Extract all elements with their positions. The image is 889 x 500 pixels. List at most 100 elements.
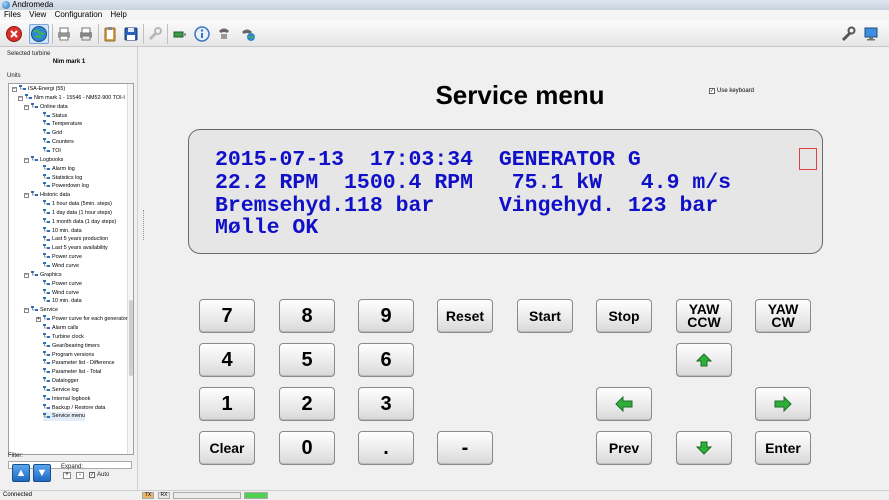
start-button[interactable]: Start <box>517 299 573 333</box>
tree-item[interactable]: Datalogger <box>43 377 78 386</box>
print-button[interactable] <box>54 24 74 44</box>
tree-item[interactable]: Last 5 years production <box>43 235 108 244</box>
tree-expander[interactable]: + <box>36 317 41 323</box>
tree-item[interactable]: 10 min. data <box>43 226 82 236</box>
key-9[interactable]: 9 <box>358 299 414 333</box>
menu-files[interactable]: Files <box>0 10 24 20</box>
yaw-cw-button[interactable]: YAW CW <box>755 299 811 333</box>
panel-splitter[interactable] <box>143 210 145 240</box>
tree-item[interactable]: 1 month data (1 day steps) <box>43 217 116 227</box>
tree-item[interactable]: 10 min. data <box>43 297 82 306</box>
yaw-ccw-button[interactable]: YAW CCW <box>676 299 732 333</box>
key-minus[interactable]: - <box>437 431 493 465</box>
key-7[interactable]: 7 <box>199 299 255 333</box>
tree-item[interactable]: Service menu <box>43 412 85 422</box>
collapse-all-button[interactable]: - <box>76 472 84 479</box>
down-arrow-button[interactable] <box>676 431 732 465</box>
tree-item[interactable]: Gear/bearing timers <box>43 341 100 351</box>
tree-item[interactable]: Parameter list - Difference <box>43 359 115 368</box>
move-up-button[interactable]: ▲ <box>12 464 30 482</box>
unit-tree[interactable]: ISA-Energi (55) − Nim mark 1 - 15546 - NM5… <box>8 83 134 455</box>
tree-item[interactable]: Parameter list - Total <box>43 368 101 377</box>
tree-item[interactable]: Power curve <box>43 279 82 289</box>
tree-expander[interactable]: − <box>12 87 17 92</box>
tree-item[interactable]: Power curve for each generator <box>43 315 128 324</box>
clear-button[interactable]: Clear <box>199 431 255 465</box>
enter-button[interactable]: Enter <box>755 431 811 465</box>
tree-item[interactable]: TOI <box>43 147 61 156</box>
tree-item[interactable]: Powerdown log <box>43 182 89 191</box>
menu-configuration[interactable]: Configuration <box>52 10 106 20</box>
tree-item[interactable]: Nim mark 1 - 15546 - NM52-900 TOI-I <box>25 93 125 103</box>
prev-button[interactable]: Prev <box>596 431 652 465</box>
tree-scroll-thumb[interactable] <box>129 300 133 376</box>
key-4[interactable]: 4 <box>199 343 255 377</box>
tree-scrollbar[interactable] <box>127 84 133 454</box>
key-3[interactable]: 3 <box>358 387 414 421</box>
tree-item[interactable]: Last 5 years availability <box>43 244 108 253</box>
tree-expander[interactable]: − <box>18 95 23 101</box>
tree-item-label: 10 min. data <box>52 298 82 305</box>
key-0[interactable]: 0 <box>279 431 335 465</box>
use-keyboard-option[interactable]: ✓ Use keyboard <box>709 88 754 94</box>
tree-item[interactable]: Alarm log <box>43 164 75 174</box>
print-preview-button[interactable] <box>76 24 96 44</box>
auto-expand-checkbox[interactable]: ✓ <box>89 472 95 478</box>
usb-button[interactable] <box>170 24 190 44</box>
tree-item[interactable]: Program versions <box>43 350 94 360</box>
tree-item[interactable]: Power curve <box>43 253 82 262</box>
reset-button[interactable]: Reset <box>437 299 493 333</box>
arrow-down-icon: ▼ <box>36 467 48 479</box>
tree-item[interactable]: 1 hour data (5min. steps) <box>43 200 112 209</box>
key-5[interactable]: 5 <box>279 343 335 377</box>
tree-item[interactable]: Wind curve <box>43 288 79 298</box>
tree-item[interactable]: Internal logbook <box>43 394 90 404</box>
tree-item[interactable]: 1 day data (1 hour steps) <box>43 208 112 218</box>
key-6[interactable]: 6 <box>358 343 414 377</box>
key-1[interactable]: 1 <box>199 387 255 421</box>
tree-item[interactable]: Wind curve <box>43 262 79 271</box>
tree-item[interactable]: Status <box>43 111 67 121</box>
monitor-button[interactable] <box>861 24 881 44</box>
save-button[interactable] <box>121 24 141 44</box>
tree-expander[interactable]: − <box>24 193 29 199</box>
expand-all-button[interactable]: + <box>63 472 71 479</box>
phone-button[interactable] <box>214 24 234 44</box>
tree-expander[interactable]: − <box>24 104 29 110</box>
tree-expander[interactable]: − <box>24 157 29 163</box>
menu-help[interactable]: Help <box>107 10 129 20</box>
key-dot[interactable]: . <box>358 431 414 465</box>
connect-button[interactable] <box>29 24 49 44</box>
dialup-button[interactable] <box>238 24 258 44</box>
key-2[interactable]: 2 <box>279 387 335 421</box>
clipboard-button[interactable] <box>100 24 120 44</box>
tree-item[interactable]: Historic data <box>31 191 70 200</box>
use-keyboard-checkbox[interactable]: ✓ <box>709 88 715 94</box>
tree-item[interactable]: Alarm calls <box>43 324 78 333</box>
tree-item[interactable]: Service <box>31 306 58 315</box>
disconnect-button[interactable] <box>4 24 24 44</box>
up-arrow-button[interactable] <box>676 343 732 377</box>
tree-item[interactable]: Logbooks <box>31 155 63 165</box>
tree-item[interactable]: Online data <box>31 102 68 112</box>
tree-item[interactable]: Counters <box>43 138 74 147</box>
tree-item[interactable]: Grid <box>43 129 62 138</box>
key-8[interactable]: 8 <box>279 299 335 333</box>
menu-view[interactable]: View <box>26 10 49 20</box>
move-down-button[interactable]: ▼ <box>33 464 51 482</box>
settings-tool-button[interactable] <box>145 24 165 44</box>
tree-expander[interactable]: − <box>24 272 29 278</box>
tree-item[interactable]: Graphics <box>31 270 62 280</box>
tree-item[interactable]: Turbine clock <box>43 332 84 342</box>
tree-expander[interactable]: − <box>24 308 29 314</box>
tree-item[interactable]: Statistics log <box>43 173 82 183</box>
left-arrow-button[interactable] <box>596 387 652 421</box>
tools-button[interactable] <box>838 24 858 44</box>
tree-item[interactable]: Temperature <box>43 120 82 129</box>
right-arrow-button[interactable] <box>755 387 811 421</box>
tree-item[interactable]: Service log <box>43 385 79 395</box>
info-button[interactable] <box>192 24 212 44</box>
tree-item[interactable]: ISA-Energi (55) <box>19 85 65 94</box>
stop-button[interactable]: Stop <box>596 299 652 333</box>
tree-item[interactable]: Backup / Restore data <box>43 403 105 413</box>
